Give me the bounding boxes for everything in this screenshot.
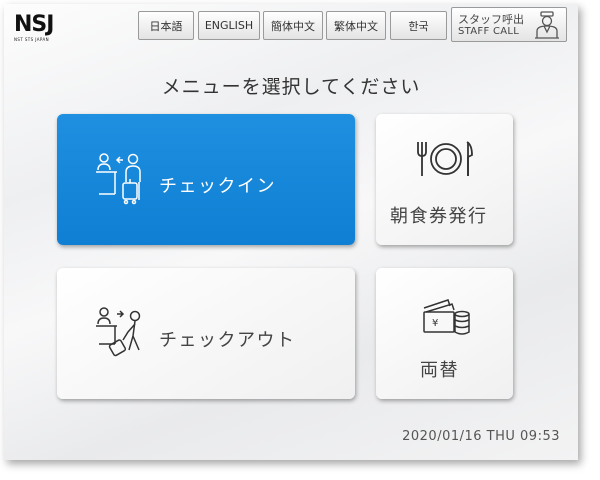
date-time-display: 2020/01/16 THU 09:53	[402, 429, 560, 444]
checkout-button[interactable]: チェックアウト	[57, 268, 355, 399]
nsj-logo: NSJ NST STS JAPAN	[14, 14, 60, 44]
breakfast-ticket-button[interactable]: 朝食券発行	[376, 114, 513, 245]
staff-call-button[interactable]: スタッフ呼出 STAFF CALL	[451, 7, 567, 42]
money-exchange-button[interactable]: ¥ 両替	[376, 268, 513, 399]
logo-subtext: NST STS JAPAN	[14, 37, 49, 42]
checkin-label: チェックイン	[159, 176, 276, 197]
logo-text: NSJ	[14, 12, 54, 37]
checkin-icon	[95, 150, 155, 210]
money-exchange-icon: ¥	[422, 298, 472, 338]
staff-call-label-jp: スタッフ呼出	[458, 13, 524, 26]
kiosk-screen: NSJ NST STS JAPAN 日本語 ENGLISH 簡体中文 繁体中文 …	[4, 4, 578, 460]
staff-call-label-en: STAFF CALL	[458, 26, 520, 37]
menu-prompt: メニューを選択してください	[161, 76, 421, 98]
checkout-icon	[95, 304, 155, 364]
plate-cutlery-icon	[416, 139, 474, 179]
checkin-button[interactable]: チェックイン	[57, 114, 355, 245]
svg-text:¥: ¥	[432, 318, 438, 329]
breakfast-ticket-label: 朝食券発行	[390, 206, 488, 227]
lang-japanese-button[interactable]: 日本語	[138, 11, 194, 40]
lang-korean-button[interactable]: 한국	[390, 11, 447, 40]
concierge-icon	[534, 11, 560, 39]
checkout-label: チェックアウト	[159, 330, 296, 351]
money-exchange-label: 両替	[420, 360, 459, 381]
lang-simplified-chinese-button[interactable]: 簡体中文	[263, 11, 323, 40]
lang-traditional-chinese-button[interactable]: 繁体中文	[326, 11, 386, 40]
lang-english-button[interactable]: ENGLISH	[198, 11, 260, 40]
